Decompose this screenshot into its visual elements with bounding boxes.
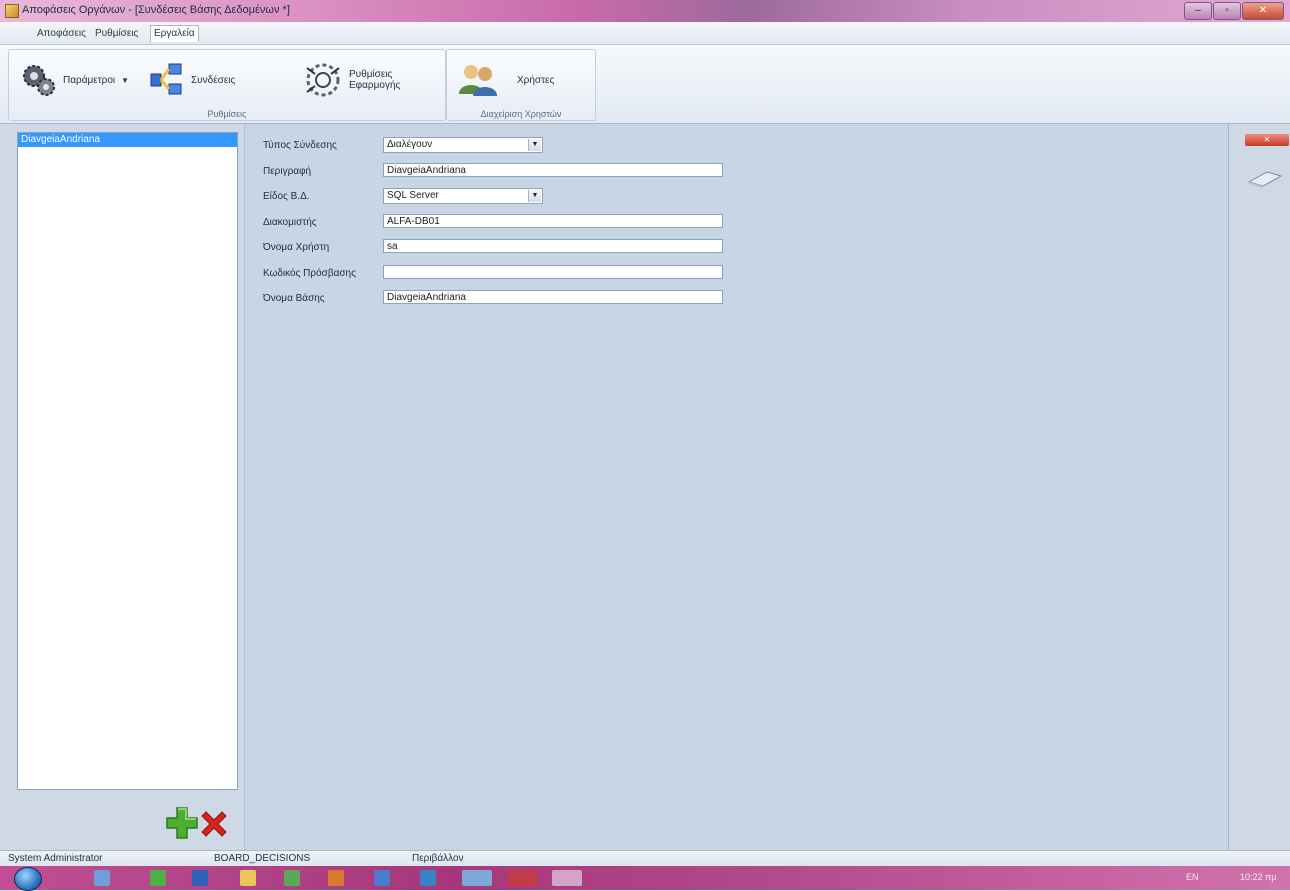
title-bar[interactable]: Αποφάσεις Οργάνων - [Συνδέσεις Βάσης Δεδ… bbox=[0, 0, 1290, 22]
tab-ergaleia[interactable]: Εργαλεία bbox=[150, 25, 199, 42]
language-indicator[interactable]: EN bbox=[1186, 872, 1199, 882]
tab-apofaseis[interactable]: Αποφάσεις bbox=[34, 26, 89, 42]
app-icon-1[interactable] bbox=[240, 870, 256, 886]
right-side-panel: ✕ bbox=[1228, 124, 1290, 850]
users-label: Χρήστες bbox=[517, 74, 555, 86]
dropdown-arrow-icon: ▼ bbox=[121, 75, 130, 85]
app-icon-4[interactable] bbox=[420, 870, 436, 886]
database-name-field[interactable]: DiavgeiaAndriana bbox=[383, 290, 723, 304]
access-icon[interactable] bbox=[508, 870, 538, 886]
app-settings-label-line1: Ρυθμίσεις bbox=[349, 69, 393, 80]
connection-type-value: Διαλέγουν bbox=[387, 139, 433, 150]
word-icon[interactable] bbox=[192, 870, 208, 886]
gears-icon bbox=[23, 65, 55, 96]
add-icon[interactable] bbox=[165, 806, 199, 840]
connection-list[interactable]: DiavgeiaAndriana bbox=[17, 132, 238, 790]
app-icon-3[interactable] bbox=[374, 870, 390, 886]
menu-tabs: Αποφάσεις Ρυθμίσεις Εργαλεία bbox=[0, 22, 1290, 45]
server-field[interactable]: ALFA-DB01 bbox=[383, 214, 723, 228]
password-field[interactable] bbox=[383, 265, 723, 279]
start-button[interactable] bbox=[14, 867, 42, 891]
app-icon-2[interactable] bbox=[328, 870, 344, 886]
network-icon bbox=[150, 63, 182, 95]
chevron-down-icon[interactable]: ▼ bbox=[528, 190, 541, 202]
users-icon bbox=[459, 65, 497, 96]
maximize-button[interactable]: ▫ bbox=[1213, 2, 1241, 20]
status-section: Περιβάλλον bbox=[412, 853, 464, 864]
ribbon-group-label-settings: Ρυθμίσεις bbox=[207, 109, 247, 119]
list-item[interactable]: DiavgeiaAndriana bbox=[18, 133, 237, 147]
app-settings-label: Ρυθμίσεις Εφαρμογής bbox=[349, 69, 400, 91]
app-icon-5[interactable] bbox=[462, 870, 492, 886]
eraser-icon[interactable] bbox=[1245, 168, 1285, 188]
media-icon[interactable] bbox=[150, 870, 166, 886]
status-user: System Administrator bbox=[8, 853, 103, 864]
minimize-button[interactable]: – bbox=[1184, 2, 1212, 20]
connections-button[interactable]: Συνδέσεις bbox=[147, 60, 235, 100]
app-settings-button[interactable]: Ρυθμίσεις Εφαρμογής bbox=[301, 60, 400, 100]
description-label: Περιγραφή bbox=[263, 166, 312, 177]
ribbon: Παράμετροι ▼ Συνδέσεις Ρυθμίσεις Εφαρμογ… bbox=[0, 45, 1290, 124]
username-field[interactable]: sa bbox=[383, 239, 723, 253]
connection-type-select[interactable]: Διαλέγουν ▼ bbox=[383, 137, 543, 153]
delete-icon[interactable] bbox=[198, 808, 230, 840]
app-settings-label-line2: Εφαρμογής bbox=[349, 80, 401, 91]
connection-form: Τύπος Σύνδεσης Διαλέγουν ▼ Περιγραφή Dia… bbox=[244, 124, 1228, 850]
database-name-label: Όνομα Βάσης bbox=[263, 293, 325, 304]
taskbar: EN 10:22 πμ bbox=[0, 866, 1290, 891]
close-button[interactable]: ✕ bbox=[1242, 2, 1284, 20]
window-title: Αποφάσεις Οργάνων - [Συνδέσεις Βάσης Δεδ… bbox=[22, 4, 290, 16]
username-label: Όνομα Χρήστη bbox=[263, 242, 330, 253]
app-icon-6[interactable] bbox=[552, 870, 582, 886]
parameters-label: Παράμετροι bbox=[63, 74, 116, 86]
password-label: Κωδικός Πρόσβασης bbox=[263, 268, 356, 279]
users-button[interactable]: Χρήστες bbox=[457, 60, 554, 100]
status-database: BOARD_DECISIONS bbox=[214, 853, 311, 864]
left-panel: DiavgeiaAndriana bbox=[0, 124, 244, 850]
status-bar: System Administrator BOARD_DECISIONS Περ… bbox=[0, 850, 1290, 867]
app-icon bbox=[5, 4, 19, 18]
panel-close-button[interactable]: ✕ bbox=[1245, 134, 1289, 146]
db-type-select[interactable]: SQL Server ▼ bbox=[383, 188, 543, 204]
app-settings-icon bbox=[306, 63, 340, 97]
tab-rythmiseis[interactable]: Ρυθμίσεις bbox=[92, 26, 141, 42]
ribbon-group-user-management: Χρήστες Διαχείριση Χρηστών bbox=[446, 49, 596, 121]
clock[interactable]: 10:22 πμ bbox=[1240, 872, 1276, 882]
server-label: Διακομιστής bbox=[263, 217, 317, 228]
description-field[interactable]: DiavgeiaAndriana bbox=[383, 163, 723, 177]
connections-label: Συνδέσεις bbox=[191, 74, 236, 86]
ribbon-group-settings: Παράμετροι ▼ Συνδέσεις Ρυθμίσεις Εφαρμογ… bbox=[8, 49, 446, 121]
db-type-value: SQL Server bbox=[387, 190, 439, 201]
chevron-down-icon[interactable]: ▼ bbox=[528, 139, 541, 151]
connection-type-label: Τύπος Σύνδεσης bbox=[263, 140, 337, 151]
parameters-button[interactable]: Παράμετροι ▼ bbox=[19, 60, 129, 100]
ribbon-group-label-user-management: Διαχείριση Χρηστών bbox=[480, 109, 562, 119]
db-type-label: Είδος Β.Δ. bbox=[263, 191, 310, 202]
explorer-icon[interactable] bbox=[94, 870, 110, 886]
excel-icon[interactable] bbox=[284, 870, 300, 886]
window-controls: – ▫ ✕ bbox=[1183, 2, 1284, 20]
